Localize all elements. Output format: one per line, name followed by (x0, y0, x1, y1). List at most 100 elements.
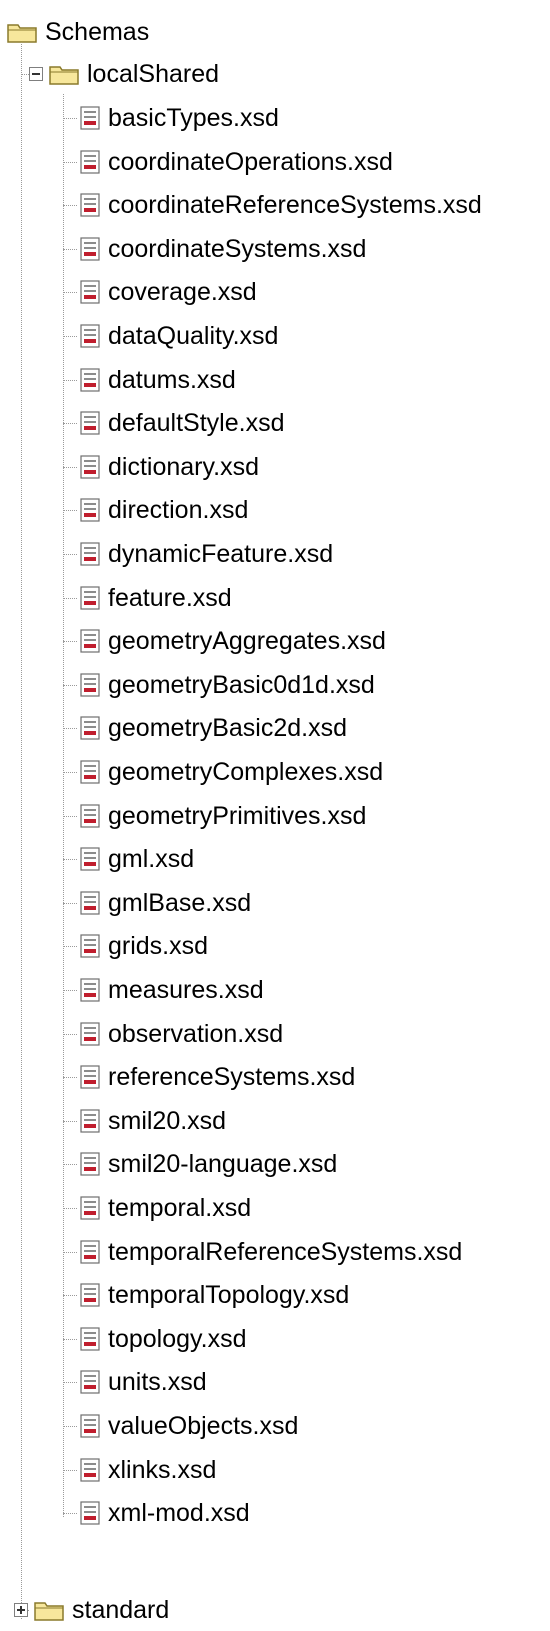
tree-node-file[interactable]: geometryBasic2d.xsd (80, 708, 347, 748)
tree-node-file[interactable]: temporalTopology.xsd (80, 1275, 349, 1315)
tree-node-localshared[interactable]: localShared (49, 54, 219, 94)
tree-node-file[interactable]: grids.xsd (80, 926, 208, 966)
tree-line-file (63, 902, 77, 904)
tree-node-label: geometryComplexes.xsd (108, 758, 384, 786)
xsd-file-icon (80, 978, 100, 1002)
tree-line-file (63, 990, 77, 991)
tree-node-file[interactable]: dynamicFeature.xsd (80, 534, 333, 574)
tree-node-file[interactable]: gmlBase.xsd (80, 883, 251, 923)
xsd-file-icon (80, 1152, 100, 1176)
tree-node-file[interactable]: measures.xsd (80, 970, 264, 1010)
tree-node-label: standard (72, 1596, 170, 1624)
xsd-file-icon (80, 1021, 100, 1046)
tree-line-file (63, 1164, 77, 1166)
tree-node-file[interactable]: direction.xsd (80, 490, 248, 530)
tree-node-label: gmlBase.xsd (108, 888, 252, 917)
tree-node-label: gml.xsd (108, 845, 195, 874)
tree-line-file (63, 1382, 77, 1384)
tree-node-label: dynamicFeature.xsd (108, 540, 334, 568)
tree-node-file[interactable]: gml.xsd (80, 839, 194, 879)
tree-line-file (63, 1295, 77, 1297)
tree-node-file[interactable]: defaultStyle.xsd (80, 403, 285, 443)
tree-node-file[interactable]: temporalReferenceSystems.xsd (80, 1232, 462, 1272)
tree-node-file[interactable]: smil20-language.xsd (80, 1144, 337, 1184)
xsd-file-icon (80, 237, 100, 261)
tree-node-label: temporalTopology.xsd (108, 1281, 350, 1310)
tree-node-label: topology.xsd (108, 1324, 247, 1353)
tree-line-file (63, 772, 77, 773)
schema-tree: Schemas localShared basicTypes.xsd coordi… (0, 0, 550, 1631)
collapse-icon[interactable] (29, 67, 43, 81)
xsd-file-icon (80, 1370, 100, 1394)
xsd-file-icon (80, 1109, 100, 1133)
tree-node-file[interactable]: valueObjects.xsd (80, 1406, 298, 1446)
tree-node-label: xml-mod.xsd (108, 1499, 250, 1528)
tree-node-file[interactable]: basicTypes.xsd (80, 98, 279, 138)
tree-node-standard[interactable]: standard (34, 1590, 169, 1630)
tree-node-file[interactable]: geometryComplexes.xsd (80, 752, 383, 792)
tree-line-file (63, 423, 77, 425)
tree-line-localshared (21, 74, 29, 75)
tree-node-file[interactable]: feature.xsd (80, 578, 232, 618)
tree-node-file[interactable]: temporal.xsd (80, 1188, 251, 1228)
tree-node-file[interactable]: geometryBasic0d1d.xsd (80, 665, 375, 705)
xsd-file-icon (80, 1501, 100, 1525)
tree-node-label: dataQuality.xsd (108, 322, 279, 350)
tree-node-file[interactable]: smil20.xsd (80, 1101, 226, 1141)
tree-line-file (63, 946, 77, 948)
tree-node-file[interactable]: coordinateOperations.xsd (80, 142, 393, 182)
tree-node-label: temporal.xsd (108, 1194, 252, 1222)
folder-icon (49, 66, 79, 85)
expand-icon[interactable] (14, 1603, 28, 1617)
tree-node-label: basicTypes.xsd (108, 104, 279, 132)
tree-node-file[interactable]: observation.xsd (80, 1014, 283, 1054)
tree-line-file (63, 728, 77, 730)
tree-node-file[interactable]: coordinateReferenceSystems.xsd (80, 185, 482, 225)
tree-node-file[interactable]: units.xsd (80, 1362, 207, 1402)
tree-node-label: dictionary.xsd (108, 452, 259, 481)
tree-node-file[interactable]: geometryAggregates.xsd (80, 621, 386, 661)
tree-node-file[interactable]: xml-mod.xsd (80, 1493, 250, 1533)
tree-node-label: xlinks.xsd (108, 1455, 217, 1484)
tree-node-label: geometryBasic2d.xsd (108, 714, 348, 743)
tree-node-file[interactable]: coverage.xsd (80, 272, 257, 312)
xsd-file-icon (80, 280, 100, 304)
xsd-file-icon (80, 1327, 100, 1351)
tree-line-files (63, 94, 64, 1517)
xsd-file-icon (80, 1457, 100, 1482)
tree-line-file (63, 554, 77, 555)
xsd-file-icon (80, 585, 100, 610)
xsd-file-icon (80, 324, 100, 348)
tree-line-file (63, 684, 77, 686)
tree-node-file[interactable]: datums.xsd (80, 360, 236, 400)
xsd-file-icon (80, 934, 100, 958)
tree-line-file (63, 1120, 77, 1122)
tree-line-file (63, 597, 77, 599)
xsd-file-icon (80, 106, 100, 130)
tree-line-file (63, 1251, 77, 1253)
xsd-file-icon (80, 411, 100, 435)
tree-node-file[interactable]: dictionary.xsd (80, 447, 259, 487)
tree-node-label: valueObjects.xsd (108, 1412, 299, 1440)
folder-icon (34, 1602, 64, 1621)
tree-node-label: observation.xsd (108, 1019, 284, 1048)
xsd-file-icon (80, 673, 100, 697)
tree-line-file (63, 1513, 77, 1515)
tree-node-label: direction.xsd (108, 496, 249, 525)
tree-node-label: coordinateOperations.xsd (108, 147, 393, 176)
tree-line-root (21, 44, 22, 1619)
tree-node-file[interactable]: coordinateSystems.xsd (80, 229, 366, 269)
tree-line-file (63, 1469, 77, 1471)
tree-node-schemas[interactable]: Schemas (7, 12, 149, 52)
xsd-file-icon (80, 1283, 100, 1307)
tree-line-file (63, 466, 77, 468)
tree-node-label: coordinateReferenceSystems.xsd (108, 191, 482, 220)
tree-node-file[interactable]: dataQuality.xsd (80, 316, 278, 356)
tree-node-file[interactable]: referenceSystems.xsd (80, 1057, 355, 1097)
tree-node-file[interactable]: geometryPrimitives.xsd (80, 796, 366, 836)
tree-line-file (63, 205, 77, 207)
tree-node-file[interactable]: xlinks.xsd (80, 1450, 216, 1490)
tree-line-file (63, 1033, 77, 1035)
tree-node-file[interactable]: topology.xsd (80, 1319, 247, 1359)
xsd-file-icon (80, 891, 100, 915)
